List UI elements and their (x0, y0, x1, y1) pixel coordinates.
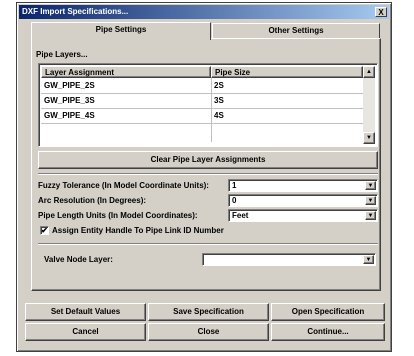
divider (38, 243, 378, 245)
button-label: Close (197, 327, 220, 336)
arc-resolution-select[interactable]: 0 ▼ (228, 194, 378, 207)
select-value: Feet (232, 211, 249, 220)
size-cell: 3S (214, 96, 224, 105)
chevron-down-icon[interactable]: ▼ (363, 255, 374, 264)
tab-label: Other Settings (268, 26, 324, 35)
button-label: Set Default Values (50, 307, 121, 316)
table-row[interactable]: GW_PIPE_3S 3S (41, 94, 363, 109)
button-label: Continue... (307, 327, 349, 336)
size-cell: 2S (214, 81, 224, 90)
divider (38, 173, 378, 175)
pipe-layers-list[interactable]: Layer Assignment Pipe Size GW_PIPE_2S 2S… (38, 63, 378, 147)
chevron-down-icon[interactable]: ▼ (365, 196, 376, 205)
assign-handle-label: Assign Entity Handle To Pipe Link ID Num… (52, 226, 224, 235)
select-value: 0 (232, 196, 237, 205)
column-header-layer[interactable]: Layer Assignment (41, 66, 211, 78)
clear-pipe-layer-assignments-button[interactable]: Clear Pipe Layer Assignments (38, 151, 378, 169)
layer-cell: GW_PIPE_2S (44, 81, 95, 90)
arc-resolution-label: Arc Resolution (In Degrees): (38, 196, 147, 205)
button-label: Clear Pipe Layer Assignments (150, 155, 266, 164)
close-icon[interactable]: X (375, 7, 387, 17)
fuzzy-tolerance-label: Fuzzy Tolerance (In Model Coordinate Uni… (38, 181, 209, 190)
select-value: 1 (232, 181, 237, 190)
valve-node-layer-select[interactable]: ▼ (202, 253, 376, 266)
button-label: Cancel (72, 327, 99, 336)
continue-button[interactable]: Continue... (271, 323, 385, 341)
assign-handle-checkbox[interactable]: ✔ (40, 226, 49, 235)
set-default-values-button[interactable]: Set Default Values (25, 303, 146, 321)
table-row[interactable]: GW_PIPE_2S 2S (41, 79, 363, 94)
dxf-import-dialog: DXF Import Specifications... X Pipe Sett… (16, 2, 392, 352)
close-button[interactable]: Close (148, 323, 269, 341)
cancel-button[interactable]: Cancel (25, 323, 146, 341)
tab-label: Pipe Settings (95, 25, 147, 34)
pipe-layers-label: Pipe Layers... (36, 50, 88, 59)
layer-cell: GW_PIPE_4S (44, 111, 95, 120)
check-icon: ✔ (41, 226, 48, 235)
size-cell: 4S (214, 111, 224, 120)
chevron-down-icon[interactable]: ▼ (365, 211, 376, 220)
column-header-size[interactable]: Pipe Size (211, 66, 363, 78)
column-divider (211, 78, 212, 142)
scroll-up-icon[interactable]: ▲ (363, 66, 375, 78)
layer-cell: GW_PIPE_3S (44, 96, 95, 105)
button-label: Save Specification (173, 307, 244, 316)
pipe-length-units-select[interactable]: Feet ▼ (228, 209, 378, 222)
window-title: DXF Import Specifications... (22, 7, 129, 16)
title-bar: DXF Import Specifications... X (19, 5, 389, 19)
valve-node-layer-label: Valve Node Layer: (44, 255, 113, 264)
list-scrollbar[interactable]: ▲ ▼ (363, 66, 375, 144)
tab-other-settings[interactable]: Other Settings (212, 23, 380, 39)
pipe-length-units-label: Pipe Length Units (In Model Coordinates)… (38, 211, 198, 220)
chevron-down-icon[interactable]: ▼ (365, 181, 376, 190)
tab-pipe-settings[interactable]: Pipe Settings (31, 22, 211, 40)
scroll-down-icon[interactable]: ▼ (363, 132, 375, 144)
button-label: Open Specification (291, 307, 365, 316)
table-row[interactable]: GW_PIPE_4S 4S (41, 109, 363, 124)
open-specification-button[interactable]: Open Specification (271, 303, 385, 321)
fuzzy-tolerance-select[interactable]: 1 ▼ (228, 179, 378, 192)
pipe-settings-panel: Pipe Layers... Layer Assignment Pipe Siz… (31, 38, 381, 291)
save-specification-button[interactable]: Save Specification (148, 303, 269, 321)
